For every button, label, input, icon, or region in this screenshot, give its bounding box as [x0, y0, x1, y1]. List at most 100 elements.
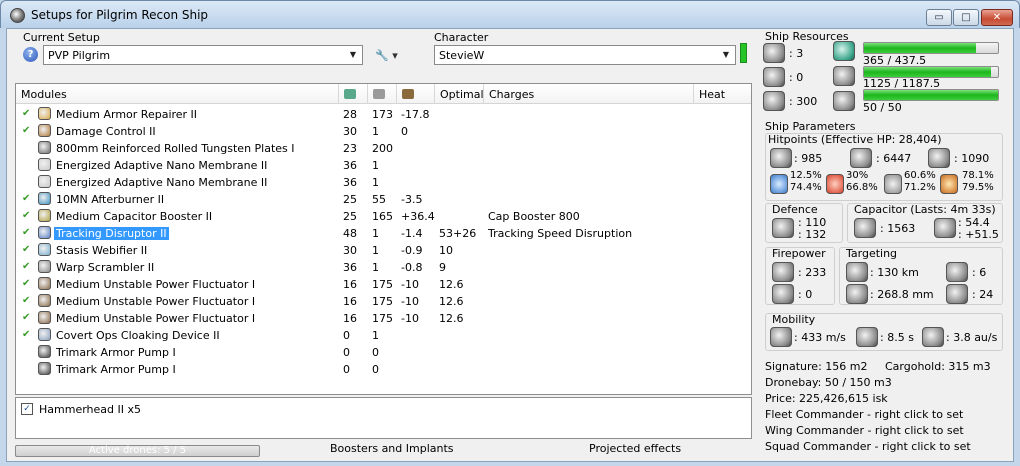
wrench-menu-icon[interactable]: 🔧 ▾	[375, 49, 407, 63]
sensor-strength-icon	[946, 284, 968, 304]
module-row[interactable]: ✔ Medium Unstable Power Fluctuator I 16 175…	[16, 310, 751, 327]
wing-commander[interactable]: Wing Commander - right click to set	[765, 424, 964, 437]
module-cpu: 36	[343, 261, 357, 274]
warp-speed-icon	[922, 327, 944, 347]
module-icon	[38, 107, 51, 120]
window-title: Setups for Pilgrim Recon Ship	[31, 8, 209, 22]
module-row[interactable]: Trimark Armor Pump I 0 0	[16, 344, 751, 361]
mobility-title: Mobility	[772, 313, 816, 326]
header-capacitor[interactable]	[397, 84, 435, 103]
launcher-slots: : 0	[789, 71, 804, 84]
module-capacitor: -17.8	[401, 108, 430, 121]
module-icon	[38, 209, 51, 222]
drone-checkbox[interactable]: ✓	[21, 403, 33, 415]
turret-slot-icon	[763, 43, 785, 63]
max-targets-icon	[946, 262, 968, 282]
capacitor-value-2: : +51.5	[958, 228, 999, 241]
module-powergrid: 175	[372, 278, 393, 291]
module-cpu: 28	[343, 108, 357, 121]
module-row[interactable]: ✔ Damage Control II 30 1 0	[16, 123, 751, 140]
squad-commander[interactable]: Squad Commander - right click to set	[765, 440, 971, 453]
drone-bandwidth-bar	[863, 89, 999, 101]
module-row[interactable]: ✔ Tracking Disruptor II 48 1 -1.4 53+26 Tracki…	[16, 225, 751, 242]
client-area: Current Setup ? PVP Pilgrim ▼ 🔧 ▾ Charac…	[6, 28, 1014, 462]
signature-text: Signature: 156 m2	[765, 360, 868, 373]
character-status-indicator	[740, 43, 747, 63]
help-icon[interactable]: ?	[23, 47, 38, 62]
active-drones-text: Active drones: 5 / 5	[88, 445, 187, 456]
module-charges: Cap Booster 800	[488, 210, 580, 223]
module-row[interactable]: ✔ Warp Scrambler II 36 1 -0.8 9	[16, 259, 751, 276]
active-check-icon: ✔	[22, 210, 31, 221]
em-resist-1: 12.5%	[790, 170, 822, 181]
module-capacitor: +36.4	[401, 210, 435, 223]
chevron-down-icon: ▼	[349, 50, 357, 59]
header-cpu[interactable]	[339, 84, 368, 103]
module-icon	[38, 124, 51, 137]
cpu-icon	[344, 89, 356, 99]
module-icon	[38, 362, 51, 375]
module-name: Medium Unstable Power Fluctuator I	[56, 295, 256, 308]
active-check-icon: ✔	[22, 295, 31, 306]
module-name: Medium Unstable Power Fluctuator I	[56, 278, 256, 291]
shield-hp: : 985	[794, 152, 823, 165]
align-time-icon	[856, 327, 878, 347]
setup-combo[interactable]: PVP Pilgrim ▼	[43, 45, 363, 65]
module-icon	[38, 345, 51, 358]
module-name: Medium Armor Repairer II	[56, 108, 198, 121]
module-cpu: 0	[343, 363, 350, 376]
module-powergrid: 165	[372, 210, 393, 223]
module-row[interactable]: ✔ Medium Unstable Power Fluctuator I 16 175…	[16, 276, 751, 293]
thermal-resist-1: 30%	[846, 170, 869, 181]
close-button[interactable]: ✕	[981, 9, 1013, 26]
module-powergrid: 1	[372, 329, 379, 342]
sensor-strength: : 24	[972, 288, 994, 301]
module-name: Medium Capacitor Booster II	[56, 210, 213, 223]
projected-effects-tab[interactable]: Projected effects	[589, 442, 681, 455]
module-row[interactable]: Energized Adaptive Nano Membrane II 36 1	[16, 157, 751, 174]
header-charges[interactable]: Charges	[484, 84, 694, 103]
header-optimal[interactable]: Optimal	[435, 84, 484, 103]
boosters-implants-tab[interactable]: Boosters and Implants	[330, 442, 454, 455]
module-optimal: 53+26	[439, 227, 477, 240]
module-optimal: 12.6	[439, 278, 464, 291]
module-list[interactable]: Modules Optimal Charges Heat ✔ Medium Arm…	[15, 83, 752, 395]
header-powergrid[interactable]	[368, 84, 397, 103]
target-range: : 130 km	[870, 266, 919, 279]
module-powergrid: 175	[372, 295, 393, 308]
capacitor-icon	[854, 218, 876, 238]
module-row[interactable]: ✔ 10MN Afterburner II 25 55 -3.5	[16, 191, 751, 208]
module-name: Energized Adaptive Nano Membrane II	[56, 176, 268, 189]
module-row[interactable]: ✔ Stasis Webifier II 30 1 -0.9 10	[16, 242, 751, 259]
module-row[interactable]: Energized Adaptive Nano Membrane II 36 1	[16, 174, 751, 191]
module-row[interactable]: ✔ Medium Unstable Power Fluctuator I 16 175…	[16, 293, 751, 310]
module-row[interactable]: Trimark Armor Pump I 0 0	[16, 361, 751, 378]
header-modules[interactable]: Modules	[16, 84, 339, 103]
module-capacitor: -0.8	[401, 261, 423, 274]
ship-parameters-title: Ship Parameters	[765, 120, 856, 133]
fleet-commander[interactable]: Fleet Commander - right click to set	[765, 408, 963, 421]
scan-resolution: : 268.8 mm	[870, 288, 934, 301]
targeting-title: Targeting	[846, 247, 898, 260]
module-row[interactable]: ✔ Covert Ops Cloaking Device II 0 1	[16, 327, 751, 344]
module-icon	[38, 158, 51, 171]
character-combo[interactable]: StevieW ▼	[434, 45, 736, 65]
module-cpu: 25	[343, 210, 357, 223]
speed-icon	[770, 327, 792, 347]
module-cpu: 30	[343, 244, 357, 257]
module-row[interactable]: ✔ Medium Capacitor Booster II 25 165 +36.4 Ca…	[16, 208, 751, 225]
module-cpu: 0	[343, 329, 350, 342]
firepower-title: Firepower	[772, 247, 826, 260]
maximize-button[interactable]: □	[953, 9, 979, 26]
minimize-button[interactable]: ▭	[926, 9, 952, 26]
setup-value: PVP Pilgrim	[48, 49, 111, 62]
turret-dps-icon	[772, 262, 794, 282]
module-row[interactable]: 800mm Reinforced Rolled Tungsten Plates …	[16, 140, 751, 157]
module-name: Warp Scrambler II	[56, 261, 155, 274]
module-row[interactable]: ✔ Medium Armor Repairer II 28 173 -17.8	[16, 106, 751, 123]
header-heat[interactable]: Heat	[694, 84, 751, 103]
module-powergrid: 1	[372, 227, 379, 240]
cpu-icon	[833, 41, 855, 61]
capacitor-group: Capacitor (Lasts: 4m 33s) : 1563 : 54.4 …	[847, 203, 1003, 243]
drone-panel: ✓ Hammerhead II x5	[15, 397, 752, 439]
